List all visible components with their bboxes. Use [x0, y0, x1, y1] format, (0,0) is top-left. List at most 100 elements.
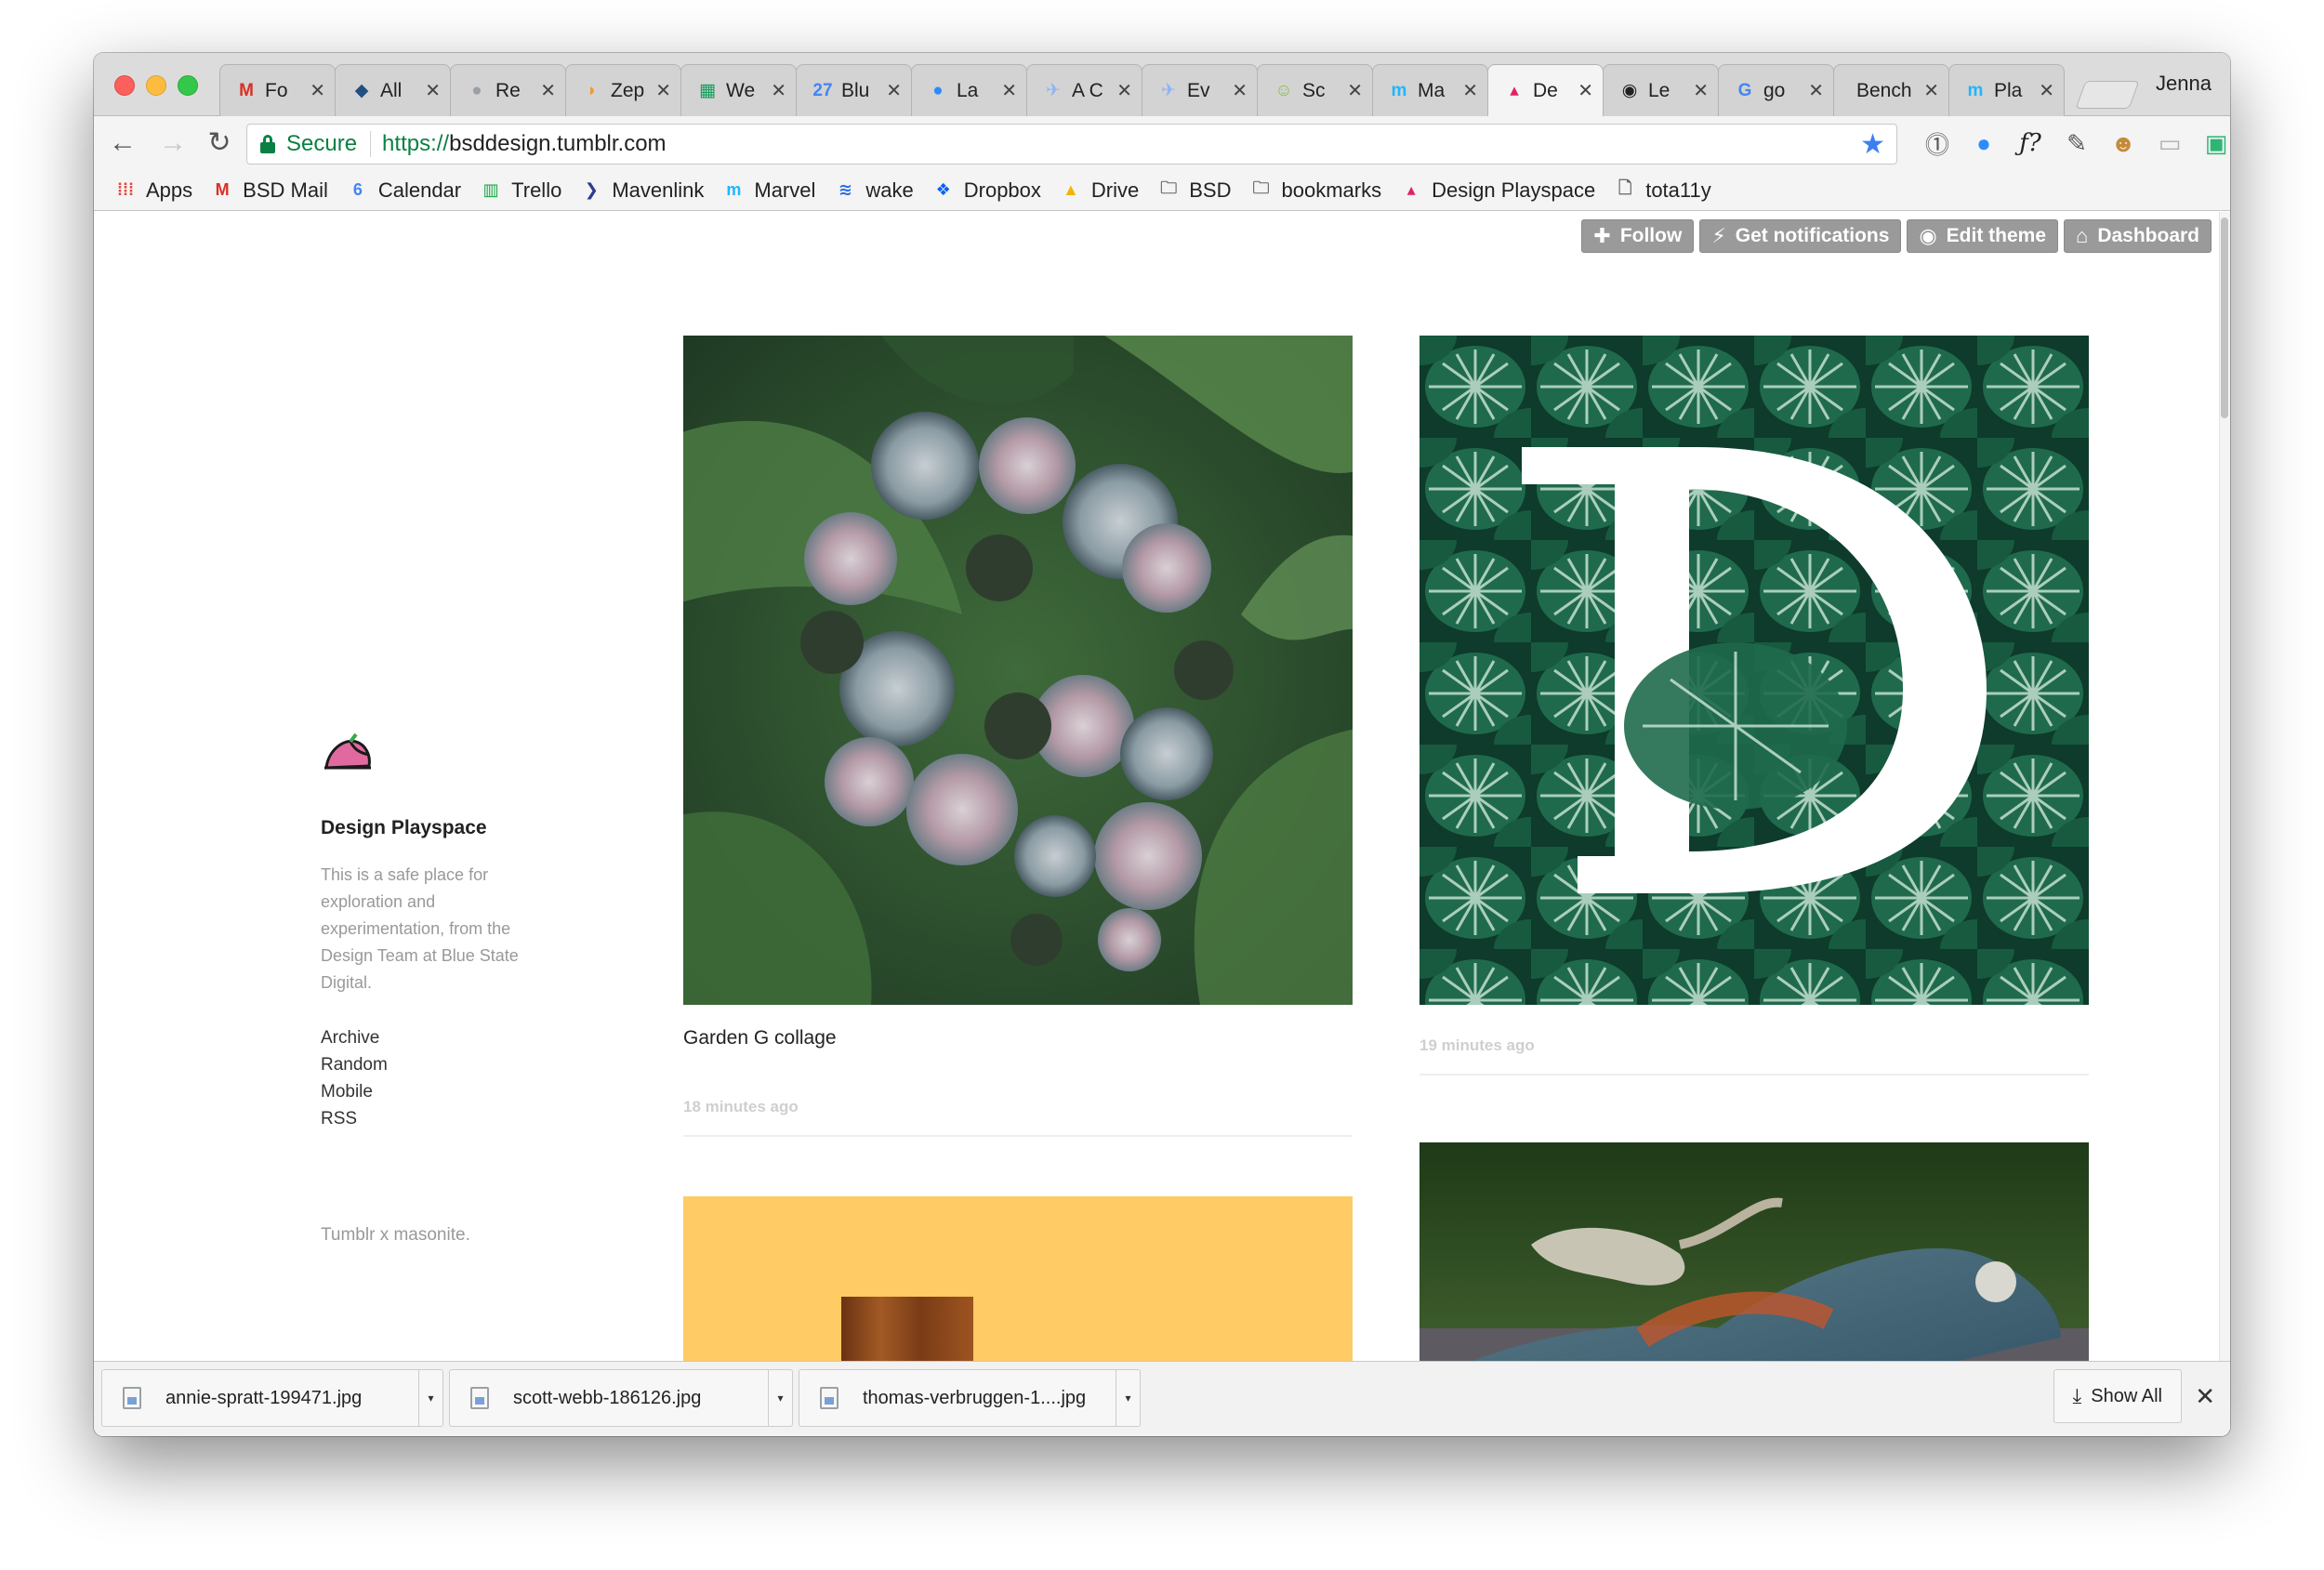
download-item[interactable]: thomas-verbruggen-1....jpg ▾	[799, 1369, 1141, 1427]
tab-close-icon[interactable]: ✕	[310, 79, 325, 102]
browser-tab[interactable]: 27 Blu ✕	[796, 64, 912, 116]
edit-theme-button[interactable]: ◉ Edit theme	[1907, 219, 2059, 253]
browser-tab[interactable]: ▴ De ✕	[1487, 64, 1604, 116]
blog-link-archive[interactable]: Archive	[321, 1024, 544, 1051]
post-image[interactable]	[1419, 336, 2089, 1005]
tab-close-icon[interactable]: ✕	[1116, 79, 1132, 102]
tab-title: Re	[495, 79, 521, 101]
download-menu-caret[interactable]: ▾	[1116, 1370, 1140, 1426]
tab-title: Zep	[611, 79, 645, 101]
page-scrollbar[interactable]	[2219, 212, 2230, 1361]
bookmark-star-icon[interactable]: ★	[1860, 128, 1885, 161]
marvel-icon: m	[1391, 80, 1407, 100]
bookmark-item[interactable]: 6 Calendar	[347, 178, 461, 203]
browser-tab[interactable]: ◉ Le ✕	[1603, 64, 1719, 116]
browser-tab[interactable]: M Fo ✕	[219, 64, 336, 116]
browser-tab[interactable]: ✈ A C ✕	[1026, 64, 1142, 116]
tab-close-icon[interactable]: ✕	[1923, 79, 1939, 102]
browser-tab[interactable]: ▦ We ✕	[680, 64, 797, 116]
download-item[interactable]: scott-webb-186126.jpg ▾	[449, 1369, 793, 1427]
browser-tab[interactable]: ✈ Ev ✕	[1142, 64, 1258, 116]
browser-toolbar: ← → ↻ Secure https://bsddesign.tumblr.co…	[94, 116, 2230, 170]
blog-avatar[interactable]	[323, 732, 375, 773]
bookmark-item[interactable]: 🗋 tota11y	[1614, 178, 1711, 203]
confluence-icon: ◆	[354, 81, 369, 100]
forward-arrow-icon[interactable]: →	[157, 127, 189, 159]
new-tab-button[interactable]	[2075, 81, 2140, 109]
tab-close-icon[interactable]: ✕	[1347, 79, 1363, 102]
bookmark-item[interactable]: ❖ Dropbox	[932, 178, 1041, 203]
tab-close-icon[interactable]: ✕	[1462, 79, 1478, 102]
get-notifications-button[interactable]: ⚡ Get notifications	[1699, 219, 1902, 253]
tab-close-icon[interactable]: ✕	[1578, 79, 1593, 102]
show-all-downloads-button[interactable]: ⤓ Show All	[2053, 1369, 2182, 1423]
tab-close-icon[interactable]: ✕	[425, 79, 441, 102]
scrollbar-thumb[interactable]	[2221, 218, 2228, 418]
home-icon: ⌂	[2076, 224, 2089, 247]
grammarly-icon[interactable]: ▣	[2199, 125, 2230, 161]
bookmark-item[interactable]: ≋ wake	[834, 178, 914, 203]
browser-tab[interactable]: Ggo ✕	[1718, 64, 1834, 116]
bookmark-item[interactable]: 🗀 BSD	[1157, 178, 1231, 203]
zoom-window-button[interactable]	[178, 75, 198, 96]
browser-tab[interactable]: m Ma ✕	[1372, 64, 1488, 116]
tab-title: Sc	[1302, 79, 1326, 101]
bookmark-item[interactable]: ▥ Trello	[480, 178, 562, 203]
back-arrow-icon[interactable]: ←	[107, 127, 139, 159]
eyedropper-icon[interactable]: ✎	[2059, 125, 2094, 161]
onepassword-icon[interactable]: ⓵	[1920, 125, 1955, 161]
tab-close-icon[interactable]: ✕	[1001, 79, 1017, 102]
tab-close-icon[interactable]: ✕	[1808, 79, 1824, 102]
tab-close-icon[interactable]: ✕	[1232, 79, 1248, 102]
address-bar[interactable]: Secure https://bsddesign.tumblr.com ★	[246, 124, 1897, 165]
bookmark-label: wake	[865, 178, 914, 202]
post-image[interactable]	[683, 1196, 1353, 1361]
bookmark-item[interactable]: ⁞⁞⁞ Apps	[114, 178, 192, 203]
browser-tab[interactable]: ☺ Sc ✕	[1257, 64, 1373, 116]
url-text[interactable]: https://bsddesign.tumblr.com	[382, 131, 667, 157]
bookmark-item[interactable]: m Marvel	[722, 178, 815, 203]
plus-icon: ✚	[1593, 224, 1611, 247]
dropbox-icon: ❖	[935, 180, 951, 199]
tab-close-icon[interactable]: ✕	[1693, 79, 1709, 102]
post-image[interactable]	[683, 336, 1353, 1005]
post-timestamp[interactable]: 19 minutes ago	[1419, 1036, 2089, 1055]
zoom-extension-icon[interactable]: ●	[1966, 125, 2001, 161]
bookmark-item[interactable]: M BSD Mail	[211, 178, 328, 203]
browser-tab[interactable]: ● Re ✕	[450, 64, 566, 116]
bookmark-item[interactable]: ❯ Mavenlink	[580, 178, 705, 203]
reload-icon[interactable]: ↻	[204, 127, 235, 159]
browser-tab[interactable]: ◆ All ✕	[335, 64, 451, 116]
download-item[interactable]: annie-spratt-199471.jpg ▾	[101, 1369, 443, 1427]
follow-button[interactable]: ✚ Follow	[1581, 219, 1695, 253]
tab-close-icon[interactable]: ✕	[771, 79, 786, 102]
browser-tab[interactable]: ◗ Zep ✕	[565, 64, 681, 116]
close-icon[interactable]: ✕	[2195, 1382, 2215, 1411]
blog-description: This is a safe place for exploration and…	[321, 865, 519, 992]
blog-link-mobile[interactable]: Mobile	[321, 1078, 544, 1105]
blog-link-random[interactable]: Random	[321, 1051, 544, 1078]
browser-tab[interactable]: m Pla ✕	[1948, 64, 2065, 116]
download-menu-caret[interactable]: ▾	[768, 1370, 792, 1426]
close-window-button[interactable]	[114, 75, 135, 96]
blog-link-rss[interactable]: RSS	[321, 1105, 544, 1132]
bookmark-item[interactable]: ▴ Design Playspace	[1400, 178, 1596, 203]
bookmark-item[interactable]: ▲ Drive	[1060, 178, 1139, 203]
font-finder-icon[interactable]: ƒ?	[2013, 125, 2048, 161]
browser-tab[interactable]: Bench ✕	[1833, 64, 1949, 116]
post-timestamp[interactable]: 18 minutes ago	[683, 1098, 1353, 1116]
download-menu-caret[interactable]: ▾	[418, 1370, 442, 1426]
tab-close-icon[interactable]: ✕	[655, 79, 671, 102]
tab-close-icon[interactable]: ✕	[886, 79, 902, 102]
post-image[interactable]	[1419, 1142, 2089, 1361]
calendar-extension-icon[interactable]: ▭	[2152, 125, 2187, 161]
tab-close-icon[interactable]: ✕	[540, 79, 556, 102]
bookmark-item[interactable]: 🗀 bookmarks	[1250, 178, 1382, 203]
blog-title[interactable]: Design Playspace	[321, 817, 544, 839]
dashboard-button[interactable]: ⌂ Dashboard	[2064, 219, 2212, 253]
tab-close-icon[interactable]: ✕	[2039, 79, 2054, 102]
browser-tab[interactable]: ● La ✕	[911, 64, 1027, 116]
minimize-window-button[interactable]	[146, 75, 166, 96]
profile-name[interactable]: Jenna	[2156, 72, 2212, 96]
extension-face-icon[interactable]: ☻	[2106, 125, 2141, 161]
